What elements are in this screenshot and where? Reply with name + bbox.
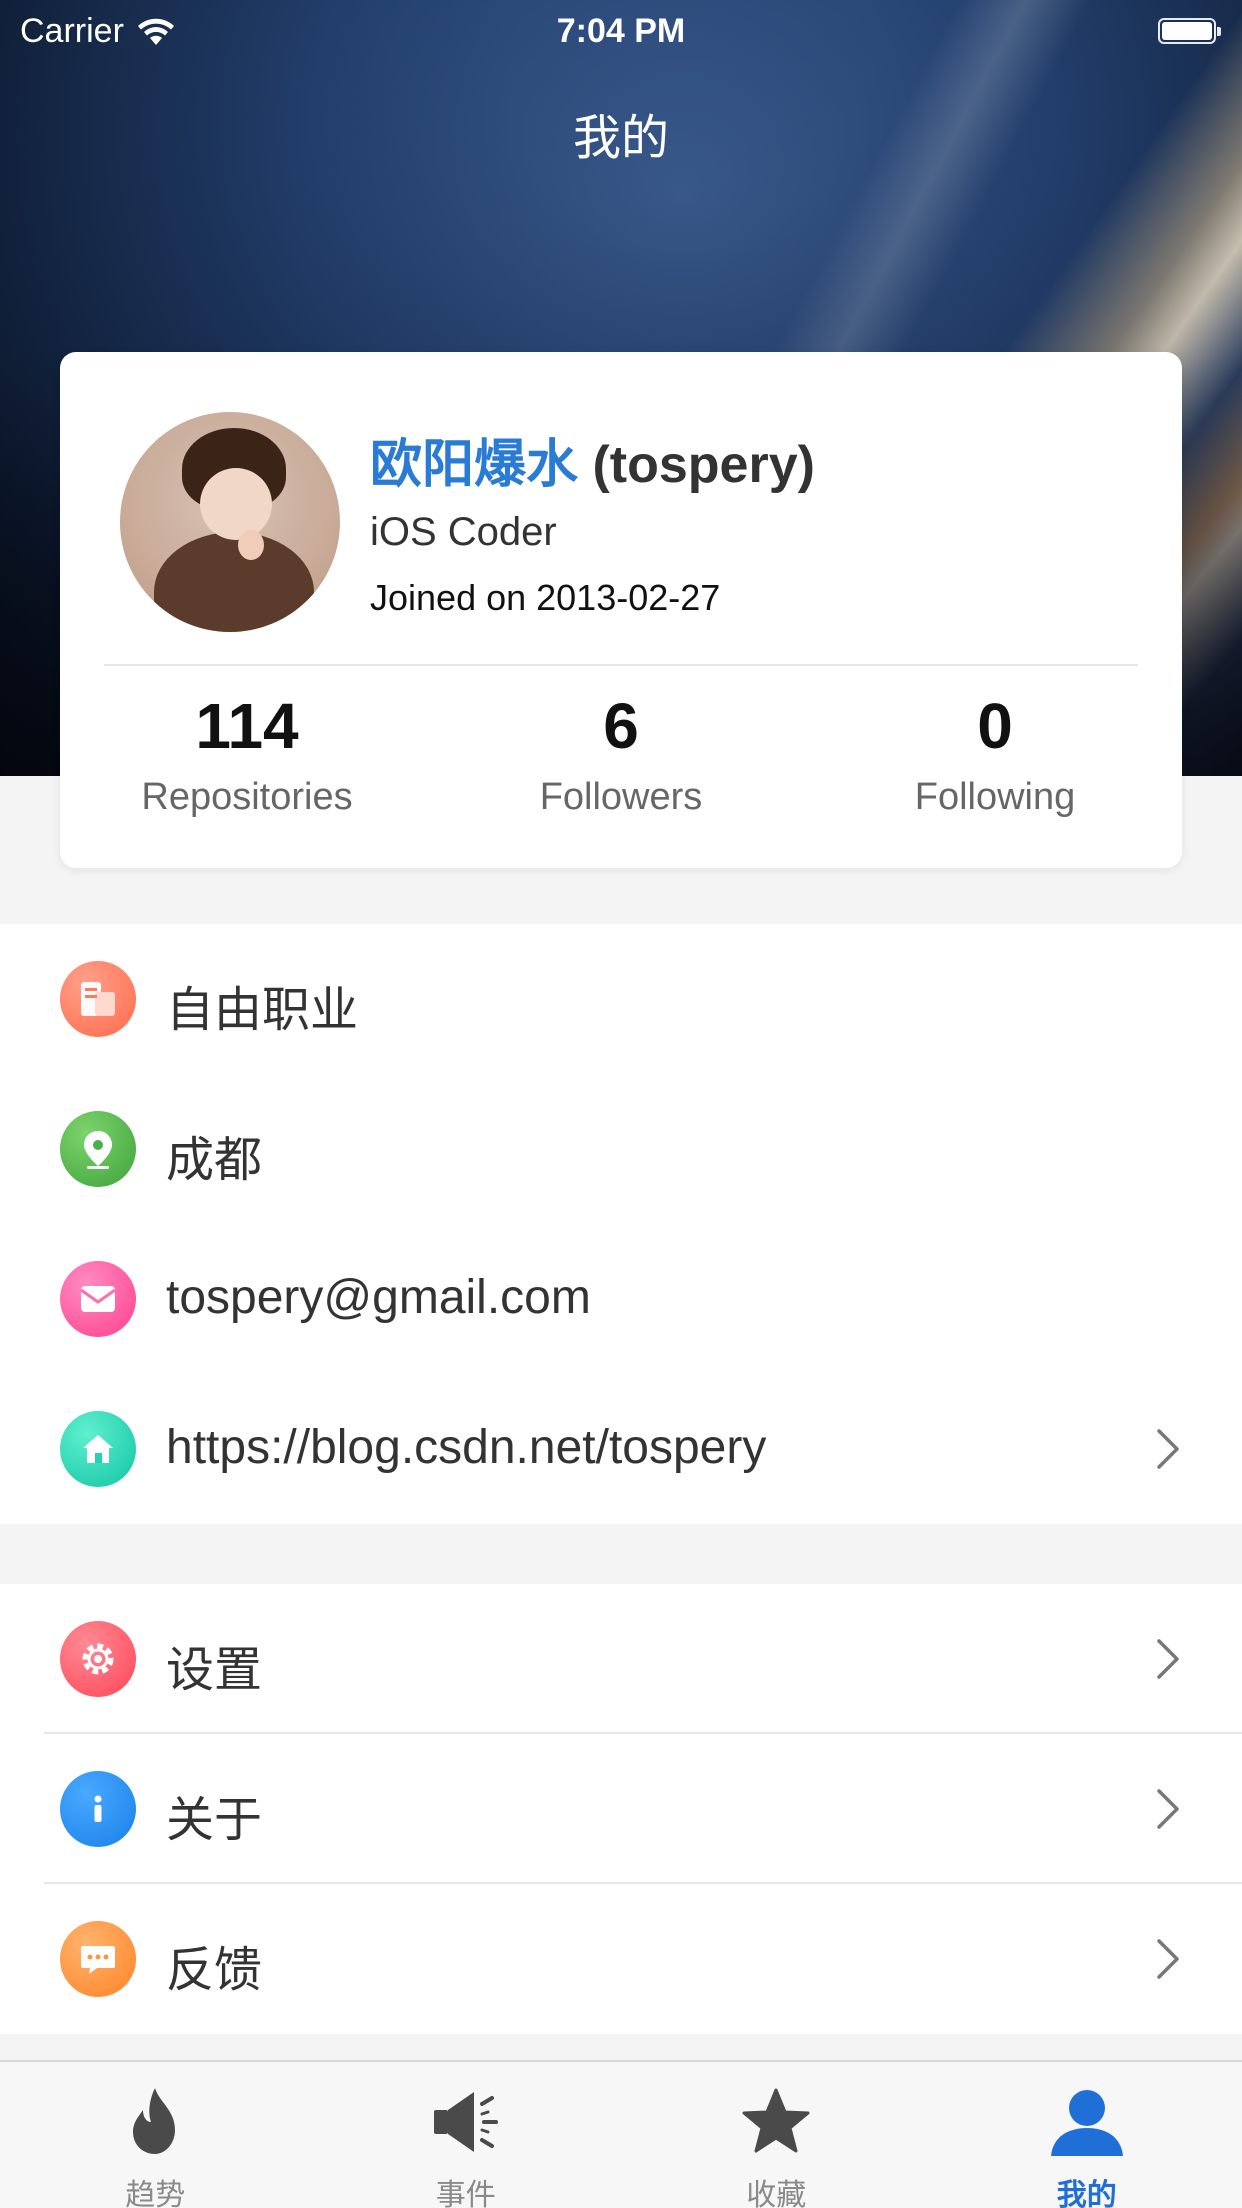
settings-menu: 设置 关于 反馈	[0, 1584, 1242, 2034]
info-icon	[60, 1771, 136, 1847]
info-location-label: 成都	[166, 1134, 263, 1187]
stat-label: Repositories	[141, 776, 353, 818]
info-row-email[interactable]: tospery@gmail.com	[0, 1224, 1242, 1374]
profile-login: (tospery)	[592, 436, 815, 494]
info-email-label: tospery@gmail.com	[166, 1271, 591, 1324]
location-pin-icon	[60, 1111, 136, 1187]
menu-row-feedback[interactable]: 反馈	[0, 1884, 1242, 2034]
stat-label: Following	[914, 776, 1076, 818]
tab-favorites[interactable]: 收藏	[621, 2062, 932, 2208]
flame-icon	[133, 2088, 176, 2154]
chevron-right-icon	[1157, 1939, 1179, 1979]
page-title: 我的	[572, 112, 669, 165]
profile-bio: iOS Coder	[370, 510, 557, 554]
stat-following[interactable]: 0 Following	[808, 686, 1182, 819]
tab-label: 我的	[1056, 2179, 1117, 2208]
tab-label: 趋势	[125, 2179, 186, 2208]
stat-repositories[interactable]: 114 Repositories	[60, 686, 434, 819]
stat-value: 0	[977, 690, 1013, 762]
chevron-right-icon	[1157, 1639, 1179, 1679]
home-icon	[60, 1411, 136, 1487]
chevron-right-icon	[1157, 1789, 1179, 1829]
menu-settings-label: 设置	[166, 1644, 263, 1697]
person-icon	[1050, 2090, 1123, 2156]
stat-followers[interactable]: 6 Followers	[434, 686, 808, 819]
settings-gear-icon	[60, 1621, 136, 1697]
menu-row-settings[interactable]: 设置	[0, 1584, 1242, 1734]
chevron-right-icon	[1157, 1429, 1179, 1469]
stat-value: 6	[603, 690, 639, 762]
profile-joined-date: Joined on 2013-02-27	[370, 577, 721, 618]
profile-screen: Carrier 7:04 PM 我的 欧阳爆水 (tospery) iOS Co…	[0, 0, 1242, 2208]
tab-label: 事件	[435, 2179, 496, 2208]
feedback-chat-icon	[60, 1921, 136, 1997]
profile-display-name: 欧阳爆水	[370, 436, 579, 494]
info-row-location: 成都	[0, 1074, 1242, 1224]
company-icon	[60, 961, 136, 1037]
status-bar: Carrier 7:04 PM	[0, 0, 1242, 60]
menu-about-label: 关于	[166, 1794, 263, 1847]
mail-icon	[60, 1261, 136, 1337]
info-list: 自由职业 成都 tospery@gmail.com https://blog.c…	[0, 924, 1242, 1524]
menu-row-about[interactable]: 关于	[0, 1734, 1242, 1884]
stat-label: Followers	[539, 776, 703, 818]
profile-card[interactable]: 欧阳爆水 (tospery) iOS Coder Joined on 2013-…	[60, 352, 1182, 868]
avatar[interactable]	[120, 412, 340, 632]
stat-value: 114	[195, 690, 299, 762]
info-row-blog[interactable]: https://blog.csdn.net/tospery	[0, 1374, 1242, 1524]
info-blog-link: https://blog.csdn.net/tospery	[166, 1421, 767, 1474]
info-row-company: 自由职业	[0, 924, 1242, 1074]
profile-stats: 114 Repositories 6 Followers 0 Following	[60, 686, 1182, 819]
status-time: 7:04 PM	[556, 12, 686, 50]
tab-bar: 趋势 事件 收藏 我的	[0, 2060, 1242, 2208]
star-icon	[742, 2088, 810, 2153]
battery-icon	[1158, 18, 1221, 44]
tab-trending[interactable]: 趋势	[0, 2062, 311, 2208]
info-company-label: 自由职业	[166, 984, 359, 1037]
megaphone-icon	[433, 2092, 498, 2152]
profile-name-line: 欧阳爆水 (tospery)	[370, 422, 815, 497]
tab-events[interactable]: 事件	[311, 2062, 622, 2208]
menu-feedback-label: 反馈	[166, 1944, 263, 1997]
card-divider	[104, 664, 1138, 666]
tab-mine[interactable]: 我的	[932, 2062, 1242, 2208]
tab-label: 收藏	[746, 2179, 807, 2208]
